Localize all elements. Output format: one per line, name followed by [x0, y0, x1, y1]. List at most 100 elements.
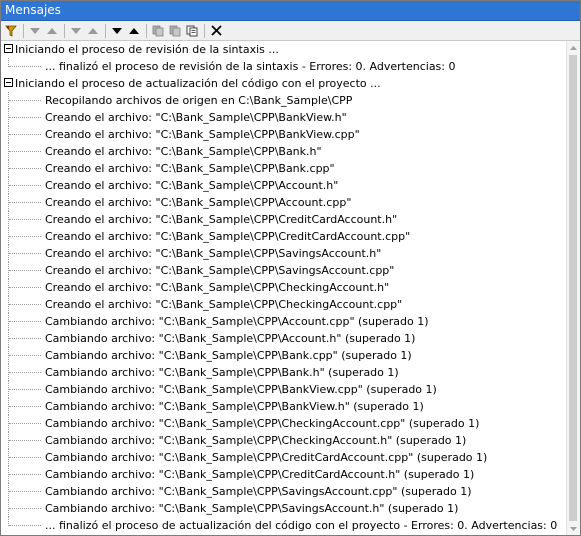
message-item[interactable]: Creando el archivo: "C:\Bank_Sample\CPP\… [1, 296, 567, 313]
messages-window: Mensajes Iniciando el proceso de revisió… [0, 0, 581, 536]
message-item[interactable]: Creando el archivo: "C:\Bank_Sample\CPP\… [1, 177, 567, 194]
message-text: Cambiando archivo: "C:\Bank_Sample\CPP\C… [45, 417, 480, 430]
message-item[interactable]: Cambiando archivo: "C:\Bank_Sample\CPP\C… [1, 449, 567, 466]
message-group[interactable]: Iniciando el proceso de actualización de… [1, 75, 567, 92]
message-item[interactable]: ... finalizó el proceso de actualización… [1, 517, 567, 534]
collapse-icon[interactable] [4, 44, 13, 53]
tree-line [9, 389, 41, 390]
tree-line [9, 338, 41, 339]
message-item[interactable]: Creando el archivo: "C:\Bank_Sample\CPP\… [1, 228, 567, 245]
message-text: ... finalizó el proceso de revisión de l… [45, 60, 456, 73]
message-text: Cambiando archivo: "C:\Bank_Sample\CPP\C… [45, 451, 488, 464]
message-item[interactable]: Cambiando archivo: "C:\Bank_Sample\CPP\B… [1, 347, 567, 364]
message-text: Creando el archivo: "C:\Bank_Sample\CPP\… [45, 230, 411, 243]
message-item[interactable]: Creando el archivo: "C:\Bank_Sample\CPP\… [1, 194, 567, 211]
message-text: Creando el archivo: "C:\Bank_Sample\CPP\… [45, 247, 382, 260]
tree-line [9, 440, 41, 441]
message-item[interactable]: Cambiando archivo: "C:\Bank_Sample\CPP\C… [1, 415, 567, 432]
message-item[interactable]: Creando el archivo: "C:\Bank_Sample\CPP\… [1, 211, 567, 228]
tree-line [9, 117, 41, 118]
toolbar-separator [64, 23, 65, 38]
message-item[interactable]: Creando el archivo: "C:\Bank_Sample\CPP\… [1, 109, 567, 126]
message-text: Creando el archivo: "C:\Bank_Sample\CPP\… [45, 196, 352, 209]
tree-line [9, 202, 41, 203]
message-text: Creando el archivo: "C:\Bank_Sample\CPP\… [45, 145, 322, 158]
message-group-header: Iniciando el proceso de revisión de la s… [15, 43, 279, 56]
tree-line [9, 185, 41, 186]
message-item[interactable]: Cambiando archivo: "C:\Bank_Sample\CPP\A… [1, 313, 567, 330]
toolbar-separator [146, 23, 147, 38]
tree-line [9, 474, 41, 475]
message-text: Cambiando archivo: "C:\Bank_Sample\CPP\B… [45, 349, 412, 362]
previous-warning-button[interactable] [126, 23, 142, 39]
clear-button[interactable] [208, 23, 224, 39]
message-item[interactable]: Cambiando archivo: "C:\Bank_Sample\CPP\C… [1, 466, 567, 483]
tree-line [9, 100, 41, 101]
message-item[interactable]: Cambiando archivo: "C:\Bank_Sample\CPP\B… [1, 381, 567, 398]
find-icon [186, 25, 198, 36]
arrow-up-icon [129, 27, 139, 34]
message-text: Creando el archivo: "C:\Bank_Sample\CPP\… [45, 179, 339, 192]
previous-button[interactable] [44, 23, 60, 39]
scroll-thumb[interactable] [569, 55, 577, 521]
tree-line [9, 491, 41, 492]
tree-line [9, 423, 41, 424]
tree-line [9, 287, 41, 288]
message-item[interactable]: Cambiando archivo: "C:\Bank_Sample\CPP\S… [1, 483, 567, 500]
tree-line [9, 457, 41, 458]
message-text: Creando el archivo: "C:\Bank_Sample\CPP\… [45, 264, 395, 277]
message-text: Cambiando archivo: "C:\Bank_Sample\CPP\A… [45, 315, 429, 328]
message-item[interactable]: Recopilando archivos de origen en C:\Ban… [1, 92, 567, 109]
tree-line [9, 236, 41, 237]
messages-panel: Iniciando el proceso de revisión de la s… [1, 41, 580, 535]
toolbar-separator [204, 23, 205, 38]
message-item[interactable]: Cambiando archivo: "C:\Bank_Sample\CPP\A… [1, 330, 567, 347]
message-item[interactable]: Creando el archivo: "C:\Bank_Sample\CPP\… [1, 279, 567, 296]
message-item[interactable]: Creando el archivo: "C:\Bank_Sample\CPP\… [1, 262, 567, 279]
tree-line [9, 270, 41, 271]
scroll-up-button[interactable] [567, 41, 580, 54]
collapse-icon[interactable] [4, 78, 13, 87]
tree-line [9, 372, 41, 373]
message-text: Cambiando archivo: "C:\Bank_Sample\CPP\A… [45, 332, 416, 345]
message-item[interactable]: Cambiando archivo: "C:\Bank_Sample\CPP\B… [1, 364, 567, 381]
message-item[interactable]: ... finalizó el proceso de revisión de l… [1, 58, 567, 75]
tree-line [9, 134, 41, 135]
copy-all-button[interactable] [167, 23, 183, 39]
message-group-header: Iniciando el proceso de actualización de… [15, 77, 381, 90]
vertical-scrollbar[interactable] [566, 41, 580, 535]
message-text: Cambiando archivo: "C:\Bank_Sample\CPP\S… [45, 502, 459, 515]
tree-line [9, 219, 41, 220]
message-item[interactable]: Cambiando archivo: "C:\Bank_Sample\CPP\B… [1, 398, 567, 415]
message-item[interactable]: Cambiando archivo: "C:\Bank_Sample\CPP\C… [1, 432, 567, 449]
next-warning-button[interactable] [109, 23, 125, 39]
messages-tree: Iniciando el proceso de revisión de la s… [1, 41, 567, 535]
message-text: Creando el archivo: "C:\Bank_Sample\CPP\… [45, 111, 347, 124]
message-item[interactable]: Cambiando archivo: "C:\Bank_Sample\CPP\S… [1, 500, 567, 517]
find-button[interactable] [184, 23, 200, 39]
message-text: Cambiando archivo: "C:\Bank_Sample\CPP\C… [45, 468, 475, 481]
copy-icon [152, 25, 164, 36]
next-error-button[interactable] [68, 23, 84, 39]
tree-line [9, 253, 41, 254]
tree-line [9, 321, 41, 322]
message-text: Cambiando archivo: "C:\Bank_Sample\CPP\S… [45, 485, 472, 498]
message-item[interactable]: Creando el archivo: "C:\Bank_Sample\CPP\… [1, 245, 567, 262]
message-item[interactable]: Creando el archivo: "C:\Bank_Sample\CPP\… [1, 126, 567, 143]
previous-error-button[interactable] [85, 23, 101, 39]
tree-line [9, 66, 41, 67]
message-text: ... finalizó el proceso de actualización… [45, 519, 558, 532]
message-text: Creando el archivo: "C:\Bank_Sample\CPP\… [45, 128, 360, 141]
message-item[interactable]: Creando el archivo: "C:\Bank_Sample\CPP\… [1, 143, 567, 160]
message-group[interactable]: Iniciando el proceso de revisión de la s… [1, 41, 567, 58]
next-button[interactable] [27, 23, 43, 39]
tree-line [9, 525, 41, 526]
message-item[interactable]: Creando el archivo: "C:\Bank_Sample\CPP\… [1, 160, 567, 177]
arrow-up-icon [47, 27, 57, 34]
messages-toolbar [1, 21, 580, 41]
filter-button[interactable] [3, 23, 19, 39]
tree-line [9, 508, 41, 509]
arrow-up-icon [88, 27, 98, 34]
scroll-down-button[interactable] [567, 522, 580, 535]
copy-button[interactable] [150, 23, 166, 39]
